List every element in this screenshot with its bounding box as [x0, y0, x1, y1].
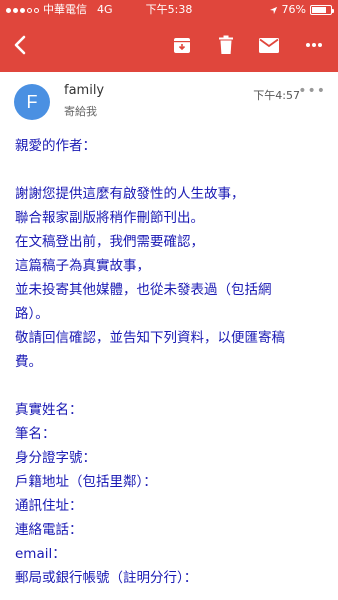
body-line: 筆名：	[15, 426, 56, 442]
message-time: 下午4:57	[253, 89, 300, 102]
location-icon	[269, 6, 277, 14]
body-line: 謝謝您提供這麼有啟發性的人生故事，	[15, 186, 245, 202]
body-line: 身分證字號：	[15, 450, 96, 466]
app-header: 中華電信 4G 下午5:38 76%	[0, 0, 338, 72]
avatar[interactable]: F	[14, 84, 50, 120]
body-line: 並未投寄其他媒體，也從未發表過（包括網	[15, 282, 272, 298]
body-line: 通訊住址：	[15, 498, 83, 514]
body-line: 在文稿登出前，我們需要確認，	[15, 234, 204, 250]
archive-icon	[174, 38, 190, 53]
trash-icon	[219, 35, 233, 54]
message-more-button[interactable]: •••	[298, 83, 326, 99]
sender-row[interactable]: F family 寄給我 下午4:57 •••	[0, 78, 338, 126]
body-line: 聯合報家副版將稍作刪節刊出。	[15, 210, 204, 226]
delete-button[interactable]	[210, 30, 242, 60]
message-body: 親愛的作者： 謝謝您提供這麼有啟發性的人生故事， 聯合報家副版將稍作刪節刊出。 在文…	[15, 134, 325, 590]
body-line: 戶籍地址（包括里鄰）：	[15, 474, 157, 490]
message-toolbar	[0, 22, 338, 68]
body-line: 連絡電話：	[15, 522, 83, 538]
back-button[interactable]	[4, 30, 36, 60]
clock: 下午5:38	[145, 3, 193, 16]
back-arrow-icon	[14, 35, 26, 55]
body-line: 真實姓名：	[15, 402, 83, 418]
battery-icon	[310, 5, 334, 15]
body-line: 郵局或銀行帳號（註明分行）：	[15, 570, 198, 586]
body-line: 這篇稿子為真實故事，	[15, 258, 150, 274]
archive-button[interactable]	[166, 30, 198, 60]
more-button[interactable]	[298, 30, 330, 60]
body-line: 路）。	[15, 306, 49, 322]
more-horizontal-icon	[306, 43, 322, 47]
body-line: 敬請回信確認，並告知下列資料，以便匯寄稿	[15, 330, 285, 346]
mail-icon	[259, 37, 279, 53]
mark-unread-button[interactable]	[253, 30, 285, 60]
battery-percent: 76%	[281, 3, 306, 16]
status-bar: 中華電信 4G 下午5:38 76%	[0, 0, 338, 20]
body-line: 費。	[15, 354, 42, 370]
sender-name: family	[64, 83, 105, 98]
body-line: 親愛的作者：	[15, 138, 96, 154]
body-line: email：	[15, 546, 66, 562]
recipient-line[interactable]: 寄給我	[64, 103, 97, 119]
